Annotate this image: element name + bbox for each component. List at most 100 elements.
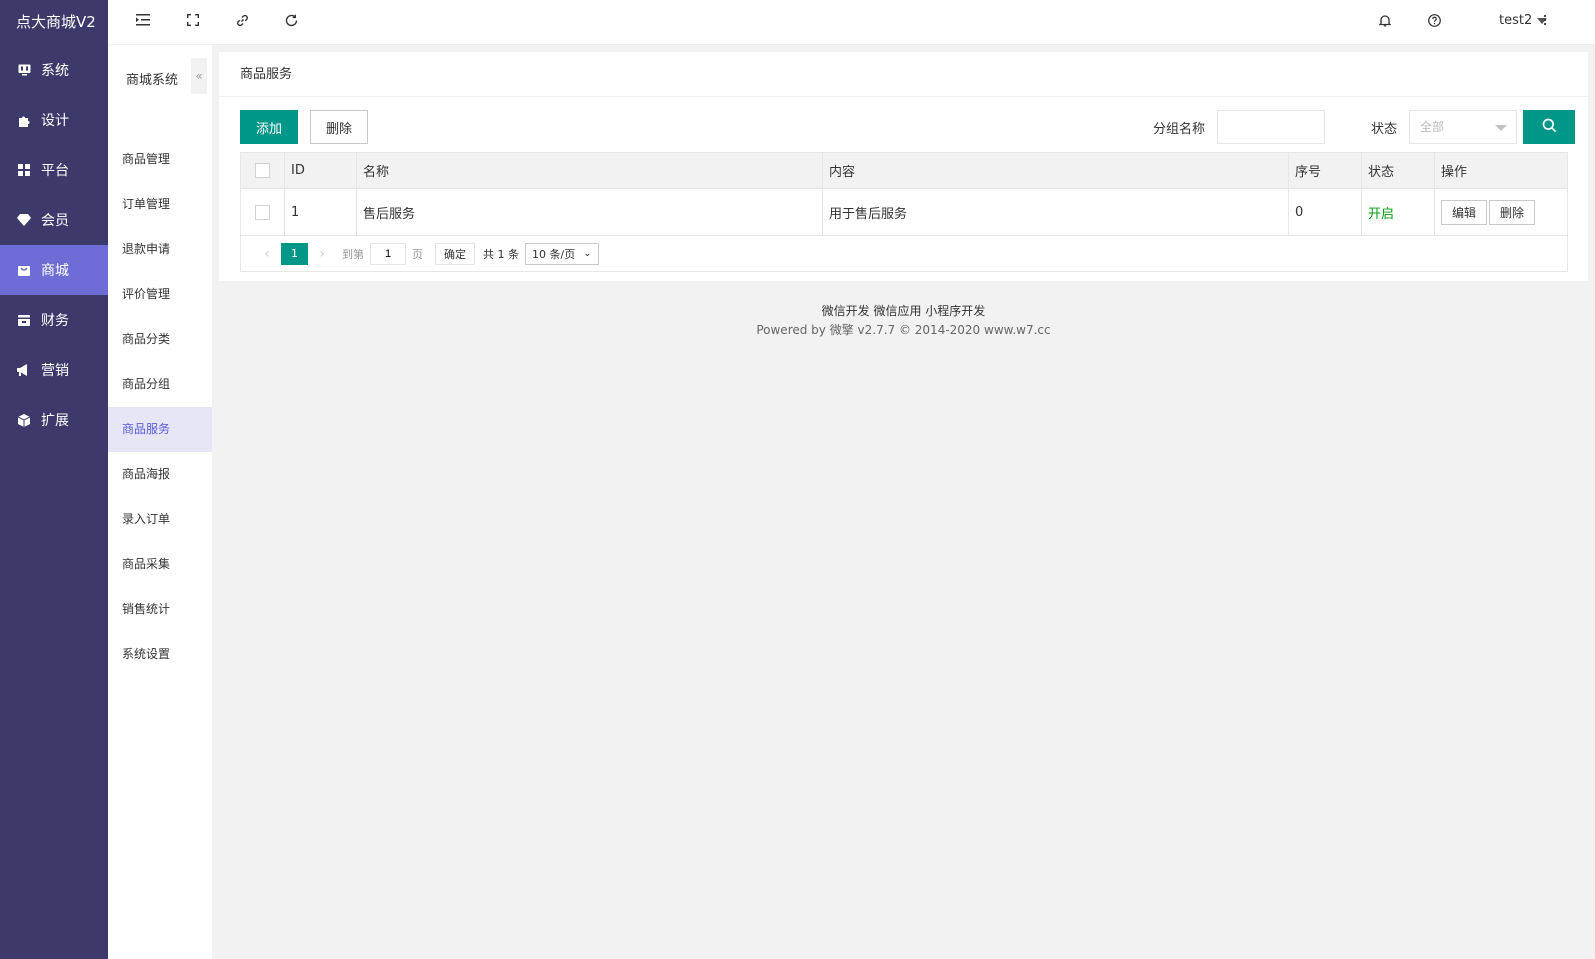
sub-item-group[interactable]: 商品分组 <box>108 362 212 407</box>
header-order: 序号 <box>1289 153 1362 188</box>
sub-item-category[interactable]: 商品分类 <box>108 317 212 362</box>
page-size-select[interactable]: 10 条/页 ⌄ <box>525 242 599 265</box>
menu-toggle-button[interactable] <box>132 11 154 33</box>
row-checkbox[interactable] <box>255 204 270 220</box>
header-id: ID <box>285 153 357 188</box>
help-icon <box>1427 13 1441 31</box>
goto-confirm-button[interactable]: 确定 <box>435 242 475 265</box>
store-icon <box>17 263 31 277</box>
goto-page-input[interactable] <box>370 242 406 265</box>
wallet-icon <box>17 313 31 327</box>
footer-copyright: Powered by 微擎 v2.7.7 © 2014-2020 www.w7.… <box>756 323 1051 337</box>
nav-item-member[interactable]: 会员 <box>0 195 108 245</box>
delete-button[interactable]: 删除 <box>310 110 368 144</box>
puzzle-icon <box>17 113 31 127</box>
cell-id: 1 <box>285 189 357 235</box>
top-header: test2 <box>108 0 1595 45</box>
header-select-cell <box>241 153 285 188</box>
add-button[interactable]: 添加 <box>240 110 298 144</box>
edit-button[interactable]: 编辑 <box>1441 199 1488 225</box>
sub-item-collect[interactable]: 商品采集 <box>108 542 212 587</box>
sub-item-refund[interactable]: 退款申请 <box>108 227 212 272</box>
collapse-sidebar-button[interactable]: « <box>191 58 207 94</box>
help-button[interactable] <box>1423 11 1445 33</box>
double-chevron-left-icon: « <box>195 69 203 83</box>
header-status: 状态 <box>1362 153 1435 188</box>
more-button[interactable] <box>1534 11 1556 33</box>
cell-name: 售后服务 <box>357 189 823 235</box>
nav-item-label: 商城 <box>41 263 69 279</box>
app-logo: 点大商城V2 <box>16 13 96 31</box>
page-unit-label: 页 <box>412 247 423 261</box>
current-page[interactable]: 1 <box>281 242 308 265</box>
total-count: 共 1 条 <box>483 247 519 261</box>
nav-item-marketing[interactable]: 营销 <box>0 345 108 395</box>
notification-button[interactable] <box>1374 11 1396 33</box>
cell-actions: 编辑 删除 <box>1435 189 1567 235</box>
monitor-icon <box>17 63 31 77</box>
header-actions: 操作 <box>1441 165 1468 180</box>
nav-item-extension[interactable]: 扩展 <box>0 395 108 445</box>
refresh-button[interactable] <box>280 11 302 33</box>
search-icon <box>1542 118 1557 137</box>
sub-item-product-manage[interactable]: 商品管理 <box>108 137 212 182</box>
header-name: 名称 <box>357 153 823 188</box>
status-select[interactable]: 全部 <box>1409 110 1517 144</box>
cell-order: 0 <box>1289 189 1362 235</box>
search-button[interactable] <box>1523 110 1575 144</box>
more-vertical-icon <box>1543 14 1547 30</box>
menu-fold-icon <box>136 14 150 30</box>
caret-down-icon <box>1495 125 1507 131</box>
fullscreen-icon <box>187 14 199 30</box>
nav-item-label: 系统 <box>41 63 69 79</box>
sub-sidebar-menu: 商品管理 订单管理 退款申请 评价管理 商品分类 商品分组 商品服务 商品海报 … <box>108 137 212 677</box>
sub-item-poster[interactable]: 商品海报 <box>108 452 212 497</box>
sub-item-enter-order[interactable]: 录入订单 <box>108 497 212 542</box>
status-label: 状态 <box>1371 122 1398 137</box>
content-card: 商品服务 添加 删除 分组名称 状态 全部 ID 名称 内容 序号 状态 操作 … <box>219 52 1588 281</box>
footer-links: 微信开发 微信应用 小程序开发 <box>821 304 986 318</box>
nav-item-mall[interactable]: 商城 <box>0 245 108 295</box>
cell-status: 开启 <box>1362 189 1435 235</box>
nav-item-label: 平台 <box>41 163 69 179</box>
page-title: 商品服务 <box>219 52 1588 97</box>
table-header-row: ID 名称 内容 序号 状态 操作 <box>241 153 1567 189</box>
nav-item-finance[interactable]: 财务 <box>0 295 108 345</box>
nav-item-platform[interactable]: 平台 <box>0 145 108 195</box>
sub-sidebar-header: 商城系统 « <box>108 45 212 113</box>
sub-item-service[interactable]: 商品服务 <box>108 407 212 452</box>
group-name-input[interactable] <box>1217 110 1325 144</box>
main-sidebar: 点大商城V2 系统 设计 平台 会员 商城 财务 营销 扩展 <box>0 0 108 959</box>
fullscreen-button[interactable] <box>182 11 204 33</box>
sub-item-order-manage[interactable]: 订单管理 <box>108 182 212 227</box>
username: test2 <box>1499 13 1533 28</box>
select-all-checkbox[interactable] <box>255 163 270 178</box>
nav-item-design[interactable]: 设计 <box>0 95 108 145</box>
link-button[interactable] <box>231 11 253 33</box>
group-name-label: 分组名称 <box>1153 122 1206 137</box>
nav-item-label: 扩展 <box>41 413 69 429</box>
page-size-value: 10 条/页 <box>532 247 576 261</box>
megaphone-icon <box>17 363 31 377</box>
nav-item-label: 营销 <box>41 363 69 379</box>
nav-item-label: 会员 <box>41 213 69 229</box>
sub-item-review[interactable]: 评价管理 <box>108 272 212 317</box>
pagination: ‹ 1 › 到第 页 确定 共 1 条 10 条/页 ⌄ <box>241 236 1567 271</box>
services-table: ID 名称 内容 序号 状态 操作 1 售后服务 用于售后服务 0 开启 编辑 … <box>240 152 1568 272</box>
next-page-icon[interactable]: › <box>312 246 332 262</box>
goto-label: 到第 <box>342 247 364 261</box>
status-select-value: 全部 <box>1420 120 1445 134</box>
row-delete-button[interactable]: 删除 <box>1489 199 1536 225</box>
sub-sidebar: 商城系统 « 商品管理 订单管理 退款申请 评价管理 商品分类 商品分组 商品服… <box>108 45 212 959</box>
grid-icon <box>17 163 31 177</box>
prev-page-icon[interactable]: ‹ <box>257 246 277 262</box>
sub-item-settings[interactable]: 系统设置 <box>108 632 212 677</box>
chevron-down-icon: ⌄ <box>583 248 592 259</box>
diamond-icon <box>17 213 31 227</box>
footer: 微信开发 微信应用 小程序开发 Powered by 微擎 v2.7.7 © 2… <box>219 302 1588 338</box>
nav-item-system[interactable]: 系统 <box>0 45 108 95</box>
row-select-cell <box>241 189 285 235</box>
sub-item-sales-stats[interactable]: 销售统计 <box>108 587 212 632</box>
link-icon <box>236 14 249 31</box>
nav-item-label: 设计 <box>41 113 69 129</box>
